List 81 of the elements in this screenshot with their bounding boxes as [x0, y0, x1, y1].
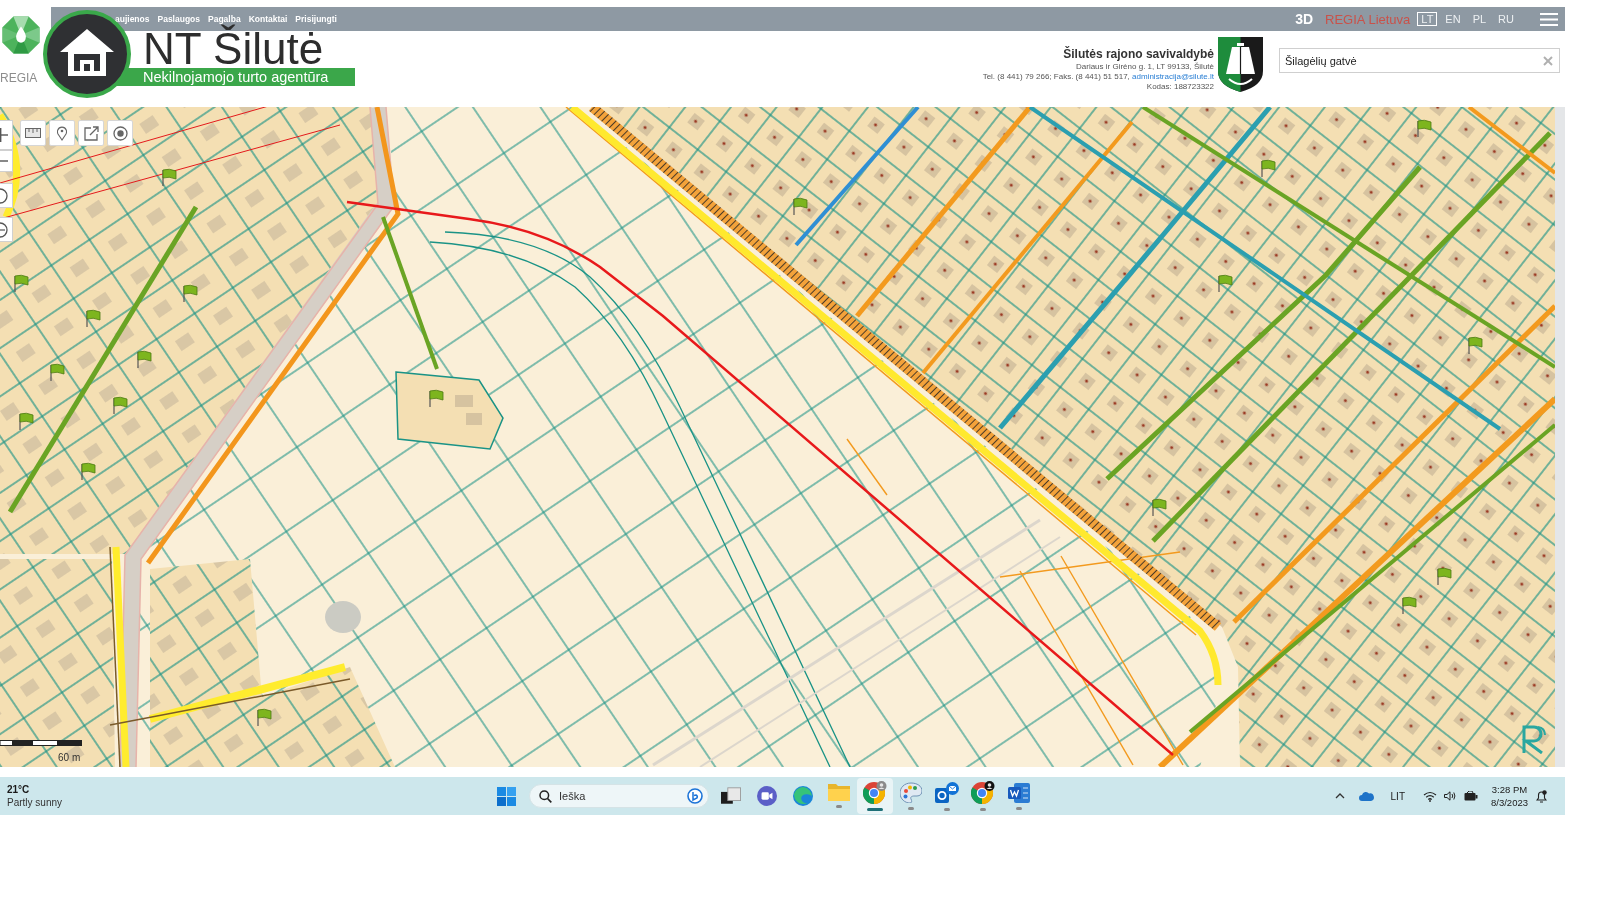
- flag-icon: [81, 462, 96, 481]
- coat-of-arms-icon: [1217, 36, 1264, 93]
- language-option[interactable]: PL: [1468, 12, 1491, 26]
- overlapping-windows-icon: [721, 787, 741, 805]
- nav-link[interactable]: Paslaugos: [157, 14, 200, 24]
- flag-icon: [429, 389, 444, 408]
- measure-button[interactable]: [20, 120, 46, 146]
- flag-icon: [1218, 274, 1233, 293]
- language-option[interactable]: RU: [1494, 12, 1518, 26]
- chevron-up-icon[interactable]: [1334, 793, 1345, 799]
- keyboard-language[interactable]: LIT: [1390, 790, 1405, 802]
- weather-condition[interactable]: Partly sunny: [7, 796, 63, 809]
- flag-icon: [113, 396, 128, 415]
- circle-logo-icon[interactable]: [687, 788, 703, 804]
- flag-icon: [1468, 336, 1483, 355]
- minus-icon: [0, 160, 8, 162]
- ruler-icon: [25, 128, 41, 138]
- flag-icon: [257, 708, 272, 727]
- language-option[interactable]: EN: [1441, 12, 1465, 26]
- flag-icon: [1261, 159, 1276, 178]
- locate-button[interactable]: [0, 183, 13, 208]
- search-field[interactable]: Šilagėlių gatvė: [1279, 48, 1560, 73]
- flag-icon: [19, 412, 34, 431]
- flag-icon: [162, 168, 177, 187]
- document-app-icon: [1008, 782, 1030, 803]
- flag-icon: [1152, 498, 1167, 517]
- menu-icon[interactable]: [1540, 12, 1558, 26]
- speaker-icon[interactable]: [1444, 791, 1456, 801]
- start-icon[interactable]: [497, 786, 516, 806]
- pin-icon: [57, 125, 67, 141]
- logo-text: REGIA: [0, 72, 38, 85]
- flag-icon: [137, 350, 152, 369]
- nav-link[interactable]: aujienos: [115, 14, 150, 24]
- scrollbar-track[interactable]: [1555, 107, 1565, 767]
- nav-link[interactable]: Kontaktai: [248, 14, 288, 24]
- target-icon: [112, 125, 128, 141]
- weather-temperature[interactable]: 21°C: [7, 783, 30, 796]
- bell-icon[interactable]: [1536, 789, 1547, 803]
- code-text: Kodas: 188723322: [1145, 82, 1214, 92]
- marker-button[interactable]: [49, 120, 75, 146]
- wifi-icon[interactable]: [1423, 790, 1437, 802]
- location-button[interactable]: [107, 120, 133, 146]
- clock-time[interactable]: 3:28 PM: [1491, 783, 1528, 796]
- flag-icon: [183, 284, 198, 303]
- corner-logo-icon: [1520, 724, 1546, 754]
- language-option[interactable]: LT: [1417, 12, 1438, 26]
- plus-icon: [0, 128, 8, 142]
- swirl-logo-icon: [793, 786, 813, 806]
- mail-app-icon: [935, 781, 959, 804]
- flag-icon: [14, 274, 29, 293]
- taskbar-search-field[interactable]: Ieška: [529, 784, 709, 808]
- zoom-out-button[interactable]: [0, 150, 13, 172]
- email-link[interactable]: administracija@silute.lt: [1132, 72, 1214, 81]
- flag-icon: [793, 197, 808, 216]
- nav-link[interactable]: Prisijungti: [295, 14, 337, 24]
- search-icon: [539, 789, 552, 803]
- flag-icon: [50, 363, 65, 382]
- flag-icon: [1402, 596, 1417, 615]
- scale-label: 60 m: [58, 752, 81, 764]
- share-button[interactable]: [78, 120, 104, 146]
- contact-line: Tel. (8 441) 79 266; Faks. (8 441) 51 517, administracija@silute.lt: [982, 72, 1214, 82]
- flag-icon: [1417, 119, 1432, 138]
- circle-icon: [0, 221, 8, 238]
- address-text: Dariaus ir Girėno g. 1, LT 99133, Šilutė: [1075, 62, 1214, 72]
- battery-icon[interactable]: [1464, 791, 1478, 801]
- cloud-icon[interactable]: [1358, 791, 1374, 801]
- folder-icon: [828, 784, 850, 801]
- nav-link[interactable]: Pagalba: [208, 14, 241, 24]
- palette-icon: [900, 782, 922, 803]
- flag-icon: [1437, 567, 1452, 586]
- compass-button[interactable]: [0, 217, 13, 242]
- video-chat-icon: [757, 786, 777, 806]
- ring-logo-icon: [971, 781, 995, 804]
- clock-date[interactable]: 8/3/2023: [1491, 796, 1528, 809]
- zoom-in-button[interactable]: [0, 120, 13, 150]
- brand-link[interactable]: REGIA Lietuva: [1325, 11, 1411, 27]
- view-toggle[interactable]: 3D: [1295, 11, 1314, 27]
- ring-logo-icon: [863, 781, 887, 804]
- share-icon: [83, 125, 99, 141]
- flag-icon: [86, 309, 101, 328]
- municipality-name: Šilutės rajono savivaldybė: [1062, 47, 1214, 61]
